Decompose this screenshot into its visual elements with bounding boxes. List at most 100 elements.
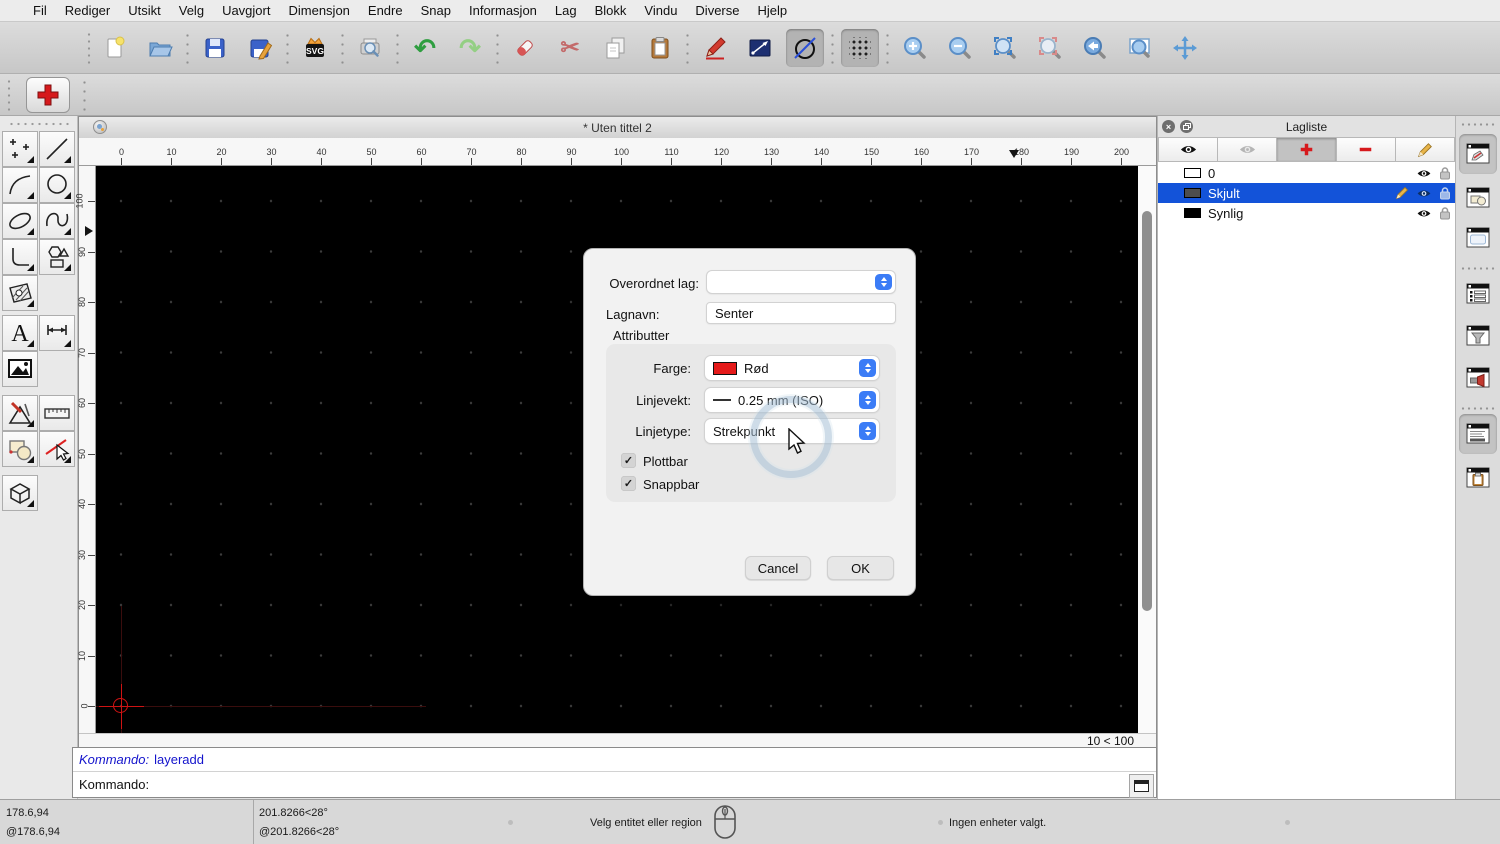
circle-line-toggle-button[interactable] xyxy=(786,28,824,67)
menu-item-hjelp[interactable]: Hjelp xyxy=(749,3,797,18)
menu-item-uavgjort[interactable]: Uavgjort xyxy=(213,3,279,18)
delete-button[interactable] xyxy=(506,29,544,67)
menu-item-velg[interactable]: Velg xyxy=(170,3,213,18)
zoom-auto-button[interactable] xyxy=(986,29,1024,67)
color-select[interactable]: Rød xyxy=(704,355,880,381)
image-tool-button[interactable] xyxy=(2,351,38,387)
menu-item-lag[interactable]: Lag xyxy=(546,3,586,18)
close-dock-button[interactable]: × xyxy=(1162,120,1175,133)
zoom-previous-button[interactable] xyxy=(1031,29,1069,67)
grid-toggle-button[interactable] xyxy=(841,28,879,67)
layer-row-0[interactable]: 0 xyxy=(1158,163,1455,183)
zoom-window-button[interactable] xyxy=(1121,29,1159,67)
parent-layer-select[interactable] xyxy=(706,270,896,294)
add-layer-button[interactable] xyxy=(26,76,70,113)
undo-button[interactable]: ↶ xyxy=(406,29,444,67)
paste-button[interactable] xyxy=(641,29,679,67)
add-layer-list-button[interactable] xyxy=(1277,137,1337,162)
menu-item-utsikt[interactable]: Utsikt xyxy=(119,3,170,18)
float-dock-button[interactable] xyxy=(1180,120,1193,133)
open-file-button[interactable] xyxy=(141,29,179,67)
select-tool-button[interactable] xyxy=(39,431,75,467)
save-button[interactable] xyxy=(196,29,234,67)
selection-filter-toggle-button[interactable] xyxy=(1459,316,1497,356)
menu-item-fil[interactable]: Fil xyxy=(24,3,56,18)
block-list-toggle-button[interactable] xyxy=(1459,178,1497,218)
spline-tool-button[interactable] xyxy=(39,203,75,239)
point-tool-button[interactable] xyxy=(2,131,38,167)
layer-visibility-icon[interactable] xyxy=(1416,188,1432,199)
block-tool-button[interactable] xyxy=(2,431,38,467)
ok-button[interactable]: OK xyxy=(827,556,894,580)
library-browser-toggle-button[interactable] xyxy=(1459,218,1497,258)
remove-layer-button[interactable] xyxy=(1336,137,1396,162)
menu-item-blokk[interactable]: Blokk xyxy=(586,3,636,18)
plottable-checkbox[interactable]: ✓ xyxy=(621,453,636,468)
new-file-button[interactable] xyxy=(96,29,134,67)
hide-all-layers-button[interactable] xyxy=(1218,137,1278,162)
layer-row-synlig[interactable]: Synlig xyxy=(1158,203,1455,223)
zoom-in-button[interactable] xyxy=(896,29,934,67)
layer-color-swatch[interactable] xyxy=(1184,188,1201,198)
cancel-button[interactable]: Cancel xyxy=(745,556,811,580)
save-as-button[interactable] xyxy=(241,29,279,67)
layer-lock-icon[interactable] xyxy=(1439,166,1451,180)
layer-color-swatch[interactable] xyxy=(1184,208,1201,218)
polygon-tool-button[interactable] xyxy=(39,239,75,275)
copy-button[interactable] xyxy=(596,29,634,67)
ruler-tool-button[interactable] xyxy=(39,395,75,431)
clipboard-dock-toggle-button[interactable] xyxy=(1459,458,1497,498)
toolbar-drag-handle[interactable] xyxy=(6,77,12,112)
layer-list-toggle-button[interactable] xyxy=(1459,134,1497,174)
vertical-scrollbar[interactable] xyxy=(1138,166,1156,733)
layer-edit-icon[interactable] xyxy=(1395,186,1409,200)
palette-drag-handle[interactable] xyxy=(8,121,69,127)
redo-button[interactable]: ↷ xyxy=(451,29,489,67)
zoom-pan-button[interactable] xyxy=(1166,29,1204,67)
layer-lock-icon[interactable] xyxy=(1439,206,1451,220)
window-title-bar[interactable]: * Uten tittel 2 xyxy=(79,117,1156,139)
command-input-line[interactable]: Kommando: xyxy=(73,772,1156,797)
layer-panel-title: Lagliste xyxy=(1285,119,1328,134)
layer-row-skjult[interactable]: Skjult xyxy=(1158,183,1455,203)
menu-item-dimensjon[interactable]: Dimensjon xyxy=(279,3,358,18)
layer-visibility-icon[interactable] xyxy=(1416,168,1432,179)
zoom-back-button[interactable] xyxy=(1076,29,1114,67)
menu-item-informasjon[interactable]: Informasjon xyxy=(460,3,546,18)
dock-bar-handle[interactable] xyxy=(1460,122,1496,127)
text-tool-button[interactable]: A xyxy=(2,315,38,351)
polyline-tool-button[interactable] xyxy=(2,239,38,275)
command-detach-button[interactable] xyxy=(1129,774,1154,798)
arc-tool-button[interactable] xyxy=(2,167,38,203)
layer-visibility-icon[interactable] xyxy=(1416,208,1432,219)
show-all-layers-button[interactable] xyxy=(1158,137,1219,162)
highlight-toggle-button[interactable] xyxy=(1459,358,1497,398)
ellipse-tool-button[interactable] xyxy=(2,203,38,239)
menu-item-rediger[interactable]: Rediger xyxy=(56,3,120,18)
print-preview-button[interactable] xyxy=(351,29,389,67)
snappable-checkbox[interactable]: ✓ xyxy=(621,476,636,491)
command-widget-toggle-button[interactable] xyxy=(1459,414,1497,454)
draw-pencil-button[interactable] xyxy=(696,29,734,67)
line-tool-button[interactable] xyxy=(39,131,75,167)
menu-item-diverse[interactable]: Diverse xyxy=(686,3,748,18)
zoom-out-button[interactable] xyxy=(941,29,979,67)
toolbar-drag-handle[interactable] xyxy=(86,30,92,65)
solid-3d-tool-button[interactable] xyxy=(2,475,38,511)
layer-color-swatch[interactable] xyxy=(1184,168,1201,178)
line-preview-button[interactable] xyxy=(741,29,779,67)
cut-button[interactable]: ✂ xyxy=(551,29,589,67)
layer-lock-icon[interactable] xyxy=(1439,186,1451,200)
menu-item-vindu[interactable]: Vindu xyxy=(635,3,686,18)
edit-layer-button[interactable] xyxy=(1395,137,1456,162)
entity-list-toggle-button[interactable] xyxy=(1459,274,1497,314)
export-svg-button[interactable]: SVG xyxy=(296,29,334,67)
circle-tool-button[interactable] xyxy=(39,167,75,203)
hatch-tool-button[interactable] xyxy=(2,275,38,311)
dimension-tool-button[interactable] xyxy=(39,315,75,351)
menu-item-snap[interactable]: Snap xyxy=(412,3,460,18)
cad-tools-button[interactable] xyxy=(2,395,38,431)
layer-name-input[interactable]: Senter xyxy=(706,302,896,324)
menu-item-endre[interactable]: Endre xyxy=(359,3,412,18)
vertical-scrollbar-thumb[interactable] xyxy=(1142,211,1152,611)
